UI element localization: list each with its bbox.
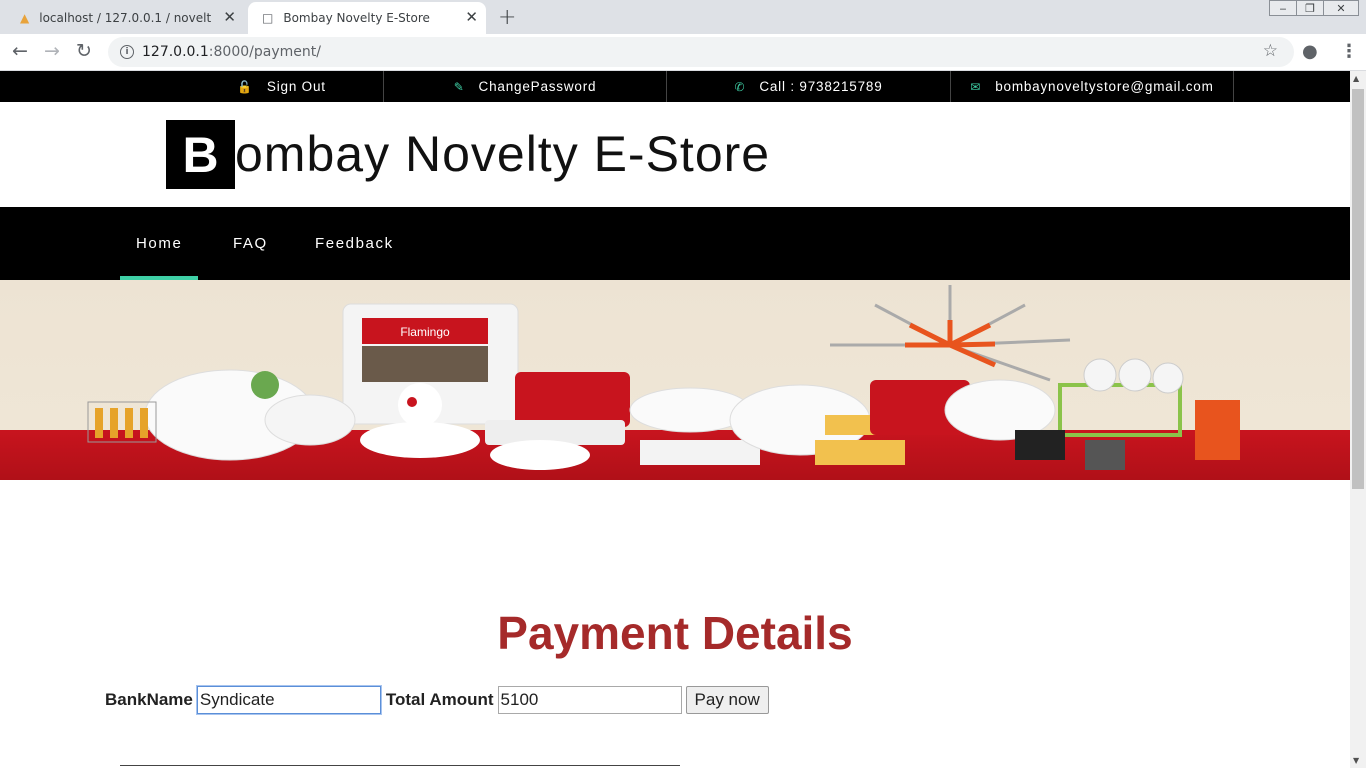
pay-now-button[interactable]: Pay now [685, 686, 769, 714]
nav-home-label: Home [136, 235, 183, 252]
call-link[interactable]: ✆ Call : 9738215789 [667, 71, 951, 102]
email-label: bombaynoveltystore@gmail.com [995, 79, 1214, 94]
payment-details-heading: Payment Details [497, 607, 853, 659]
reload-icon[interactable]: ↻ [76, 40, 92, 62]
bank-name-label: BankName [105, 690, 193, 709]
payment-form: BankName Total Amount Pay now [105, 685, 769, 715]
nav-faq[interactable]: FAQ [233, 207, 268, 280]
browser-tab-phpmyadmin[interactable]: ▲ localhost / 127.0.0.1 / novelty_sto ✕ [12, 2, 244, 34]
scroll-down-icon[interactable]: ▼ [1353, 756, 1359, 765]
edit-icon: ✎ [453, 79, 465, 94]
logo-initial[interactable]: B [166, 120, 235, 189]
back-arrow-icon[interactable]: ← [12, 40, 28, 62]
total-amount-label: Total Amount [385, 690, 494, 709]
main-navigation: Home FAQ Feedback [0, 207, 1350, 280]
call-label: Call : 9738215789 [759, 79, 883, 94]
unlock-icon: 🔓 [237, 79, 253, 94]
tab-title: Bombay Novelty E-Store [283, 11, 430, 25]
scroll-up-icon[interactable]: ▲ [1353, 74, 1359, 83]
browser-tab-estore[interactable]: □ Bombay Novelty E-Store ✕ [248, 2, 486, 34]
sign-out-label: Sign Out [266, 79, 326, 94]
page-favicon-icon: □ [262, 11, 274, 25]
site-info-icon[interactable]: i [120, 45, 134, 59]
close-tab-icon[interactable]: ✕ [465, 8, 478, 26]
scrollbar-thumb[interactable] [1352, 89, 1364, 489]
profile-avatar-icon[interactable]: ● [1302, 41, 1318, 62]
nav-feedback-label: Feedback [315, 235, 394, 252]
url-path: :8000/payment/ [208, 44, 321, 60]
envelope-icon: ✉ [970, 79, 982, 94]
total-amount-input[interactable] [497, 686, 682, 714]
url-host: 127.0.0.1 [142, 44, 209, 60]
banner-brand-text: Flamingo [400, 325, 450, 339]
nav-faq-label: FAQ [233, 235, 268, 252]
top-contact-bar: 🔓 Sign Out ✎ ChangePassword ✆ Call : 973… [0, 71, 1350, 102]
minimize-window-icon[interactable]: ‒ [1269, 0, 1297, 16]
bookmark-star-icon[interactable]: ☆ [1263, 41, 1278, 61]
address-bar[interactable]: i 127.0.0.1:8000/payment/ ☆ [108, 37, 1294, 67]
site-title[interactable]: ombay Novelty E-Store [235, 124, 770, 184]
forward-arrow-icon[interactable]: → [44, 40, 60, 62]
page-viewport: 🔓 Sign Out ✎ ChangePassword ✆ Call : 973… [0, 71, 1350, 768]
phone-icon: ✆ [734, 79, 746, 94]
nav-home[interactable]: Home [119, 207, 199, 280]
banner-dinnerware-illustration: Flamingo [87, 285, 1240, 470]
browser-tab-bar: ▲ localhost / 127.0.0.1 / novelty_sto ✕ … [0, 0, 1366, 34]
menu-kebab-icon[interactable]: ⋮ [1340, 41, 1358, 62]
sign-out-link[interactable]: 🔓 Sign Out [0, 71, 384, 102]
new-tab-plus-icon[interactable]: + [498, 5, 516, 30]
nav-feedback[interactable]: Feedback [315, 207, 394, 280]
restore-window-icon[interactable]: ❐ [1296, 0, 1324, 16]
email-link[interactable]: ✉ bombaynoveltystore@gmail.com [951, 71, 1234, 102]
page-scrollbar[interactable]: ▲ ▼ [1350, 71, 1366, 768]
hero-banner-image: Flamingo [0, 280, 1350, 480]
change-password-label: ChangePassword [478, 79, 597, 94]
site-header: B ombay Novelty E-Store [0, 102, 1350, 207]
bank-name-input[interactable] [195, 685, 382, 715]
browser-toolbar: ← → ↻ i 127.0.0.1:8000/payment/ ☆ ● ⋮ [0, 34, 1366, 71]
close-window-icon[interactable]: ✕ [1323, 0, 1359, 16]
close-tab-icon[interactable]: ✕ [223, 8, 236, 26]
tab-title: localhost / 127.0.0.1 / novelty_sto [39, 11, 212, 25]
change-password-link[interactable]: ✎ ChangePassword [384, 71, 667, 102]
phpmyadmin-favicon-icon: ▲ [20, 11, 30, 25]
